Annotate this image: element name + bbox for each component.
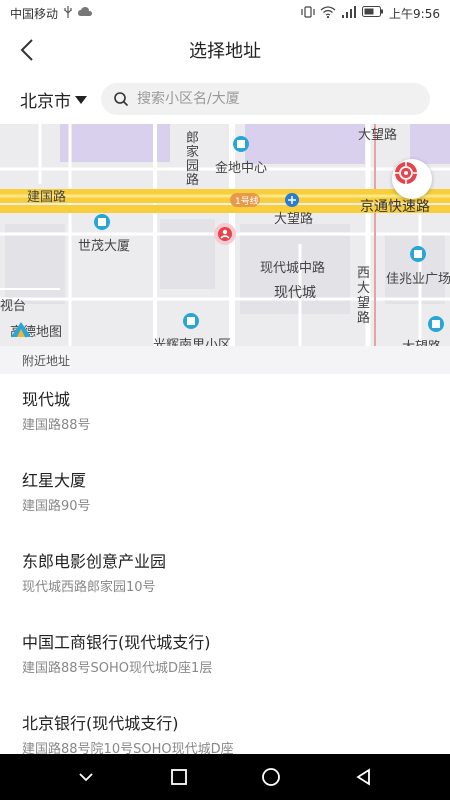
address-detail: 建国路88号SOHO现代城D座1层 bbox=[22, 661, 213, 676]
search-input[interactable] bbox=[137, 91, 418, 107]
search-icon bbox=[114, 92, 129, 107]
caret-down-icon bbox=[75, 95, 87, 104]
cloud-icon bbox=[78, 6, 93, 20]
clock-time: 上午9:56 bbox=[389, 6, 440, 21]
map-label-jindi-center: 金地中心 bbox=[215, 161, 268, 176]
search-box[interactable] bbox=[101, 83, 430, 115]
square-icon bbox=[170, 769, 187, 785]
page-title: 选择地址 bbox=[189, 41, 261, 62]
usb-icon bbox=[63, 5, 73, 21]
signal-icon bbox=[341, 5, 357, 21]
back-arrow-icon bbox=[20, 39, 33, 61]
map-view[interactable]: 大望路 郎家园路 金地中心 建国路 1号线 大望路 京通快速路 世茂大厦 现代城… bbox=[0, 124, 450, 346]
target-icon bbox=[395, 162, 417, 184]
map-label-jianguo-lu: 建国路 bbox=[27, 190, 67, 205]
map-label-jiazhaoye-plaza: 佳兆业广场 bbox=[386, 272, 450, 287]
address-name: 东郎电影创意产业园 bbox=[22, 552, 167, 571]
map-label-guanghui-nanli: 光辉南里小区 bbox=[153, 338, 232, 346]
map-label-shimao-tower: 世茂大厦 bbox=[78, 239, 131, 254]
nav-recents-button[interactable] bbox=[161, 759, 197, 795]
address-item[interactable]: 中国工商银行(现代城支行) 建国路88号SOHO现代城D座1层 bbox=[0, 617, 450, 698]
amap-logo: 高德地图 bbox=[10, 321, 62, 340]
address-item[interactable]: 东郎电影创意产业园 现代城西路郎家园10号 bbox=[0, 536, 450, 617]
nav-hide-button[interactable] bbox=[68, 759, 104, 795]
nav-home-button[interactable] bbox=[253, 759, 289, 795]
map-label-xiandaicheng: 现代城 bbox=[274, 285, 316, 301]
address-name: 现代城 bbox=[22, 390, 71, 409]
address-item[interactable]: 红星大厦 建国路90号 bbox=[0, 455, 450, 536]
chevron-down-icon bbox=[79, 773, 93, 782]
city-selector[interactable]: 北京市 bbox=[20, 87, 87, 112]
map-label-da-wang-lu-station: 大望路 bbox=[274, 212, 314, 227]
address-detail: 建国路88号 bbox=[22, 418, 91, 433]
map-label-xiandaicheng-zhonglu: 现代城中路 bbox=[260, 261, 326, 276]
search-row: 北京市 bbox=[0, 74, 450, 124]
circle-icon bbox=[262, 768, 281, 786]
wifi-icon bbox=[320, 5, 336, 21]
map-label-da-wang-lu-south: 大望路 bbox=[402, 336, 441, 346]
nearby-address-list: 现代城 建国路88号 红星大厦 建国路90号 东郎电影创意产业园 现代城西路郎家… bbox=[0, 374, 450, 756]
system-navigation-bar bbox=[0, 754, 450, 800]
triangle-back-icon bbox=[356, 768, 370, 786]
address-detail: 建国路90号 bbox=[22, 499, 91, 514]
address-item[interactable]: 北京银行(现代城支行) 建国路88号院10号SOHO现代城D座 bbox=[0, 698, 450, 756]
address-name: 红星大厦 bbox=[22, 471, 87, 490]
locate-button[interactable] bbox=[392, 159, 432, 199]
battery-icon bbox=[362, 6, 384, 20]
address-detail: 现代城西路郎家园10号 bbox=[22, 580, 156, 595]
carrier-label: 中国移动 bbox=[10, 6, 59, 21]
back-button[interactable] bbox=[14, 36, 42, 64]
navigation-bar: 选择地址 bbox=[0, 26, 450, 74]
vibrate-icon bbox=[301, 5, 315, 21]
status-bar: 中国移动 上午9:56 bbox=[0, 0, 450, 26]
map-label-line-1: 1号线 bbox=[235, 197, 259, 207]
nearby-section-header: 附近地址 bbox=[0, 346, 450, 374]
map-label-xi-da-wang-lu: 西大望路 bbox=[357, 266, 371, 326]
nav-back-button[interactable] bbox=[346, 759, 382, 795]
map-label-lang-jia-yuan-lu: 郎家园路 bbox=[186, 131, 200, 188]
address-name: 北京银行(现代城支行) bbox=[22, 714, 179, 733]
amap-logo-icon bbox=[11, 322, 31, 337]
address-item[interactable]: 现代城 建国路88号 bbox=[0, 374, 450, 455]
map-label-da-wang-lu: 大望路 bbox=[358, 128, 398, 143]
address-name: 中国工商银行(现代城支行) bbox=[22, 633, 211, 652]
city-label: 北京市 bbox=[20, 91, 71, 112]
map-label-jingtong-expressway: 京通快速路 bbox=[360, 199, 430, 215]
map-label-shitai: 视台 bbox=[0, 299, 27, 314]
